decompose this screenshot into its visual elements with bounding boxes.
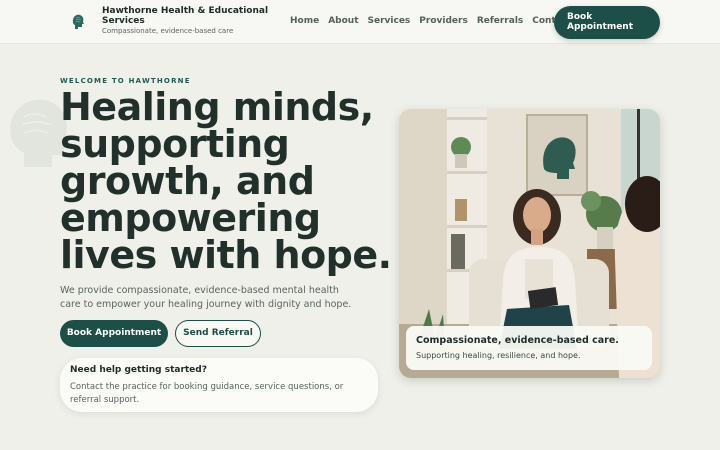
brand-tagline: Compassionate, evidence-based care — [102, 27, 234, 35]
brain-head-icon[interactable] — [68, 11, 88, 31]
nav-providers[interactable]: Providers — [419, 16, 468, 26]
headline-line: Healing minds, — [60, 85, 374, 129]
send-referral-button[interactable]: Send Referral — [175, 320, 261, 347]
headline-line: growth, and — [60, 159, 315, 203]
help-card-title: Need help getting started? — [70, 365, 207, 375]
nav-referrals[interactable]: Referrals — [477, 16, 523, 26]
nav-about[interactable]: About — [328, 16, 358, 26]
image-caption-card: Compassionate, evidence-based care. Supp… — [406, 326, 652, 370]
hero-subtitle: We provide compassionate, evidence-based… — [60, 285, 352, 310]
image-caption-text: Supporting healing, resilience, and hope… — [416, 351, 581, 360]
book-appointment-button[interactable]: Book Appointment — [60, 320, 168, 347]
site-header: Hawthorne Health & Educational Services … — [0, 0, 720, 44]
nav-services[interactable]: Services — [368, 16, 411, 26]
main-nav: Home About Services Providers Referrals … — [290, 16, 580, 26]
help-card-text: Contact the practice for booking guidanc… — [70, 382, 344, 405]
hero-headline: Healing minds, supporting growth, and em… — [60, 85, 392, 277]
headline-line: empowering — [60, 196, 321, 240]
headline-line: lives with hope. — [60, 233, 392, 277]
hero-eyebrow: WELCOME TO HAWTHORNE — [60, 77, 191, 85]
headline-line: supporting — [60, 122, 290, 166]
image-caption-title: Compassionate, evidence-based care. — [416, 335, 619, 346]
header-book-appointment-button[interactable]: Book Appointment — [554, 6, 660, 39]
nav-home[interactable]: Home — [290, 16, 319, 26]
help-card: Need help getting started? Contact the p… — [60, 358, 378, 412]
brand-name[interactable]: Hawthorne Health & Educational Services — [102, 6, 272, 26]
